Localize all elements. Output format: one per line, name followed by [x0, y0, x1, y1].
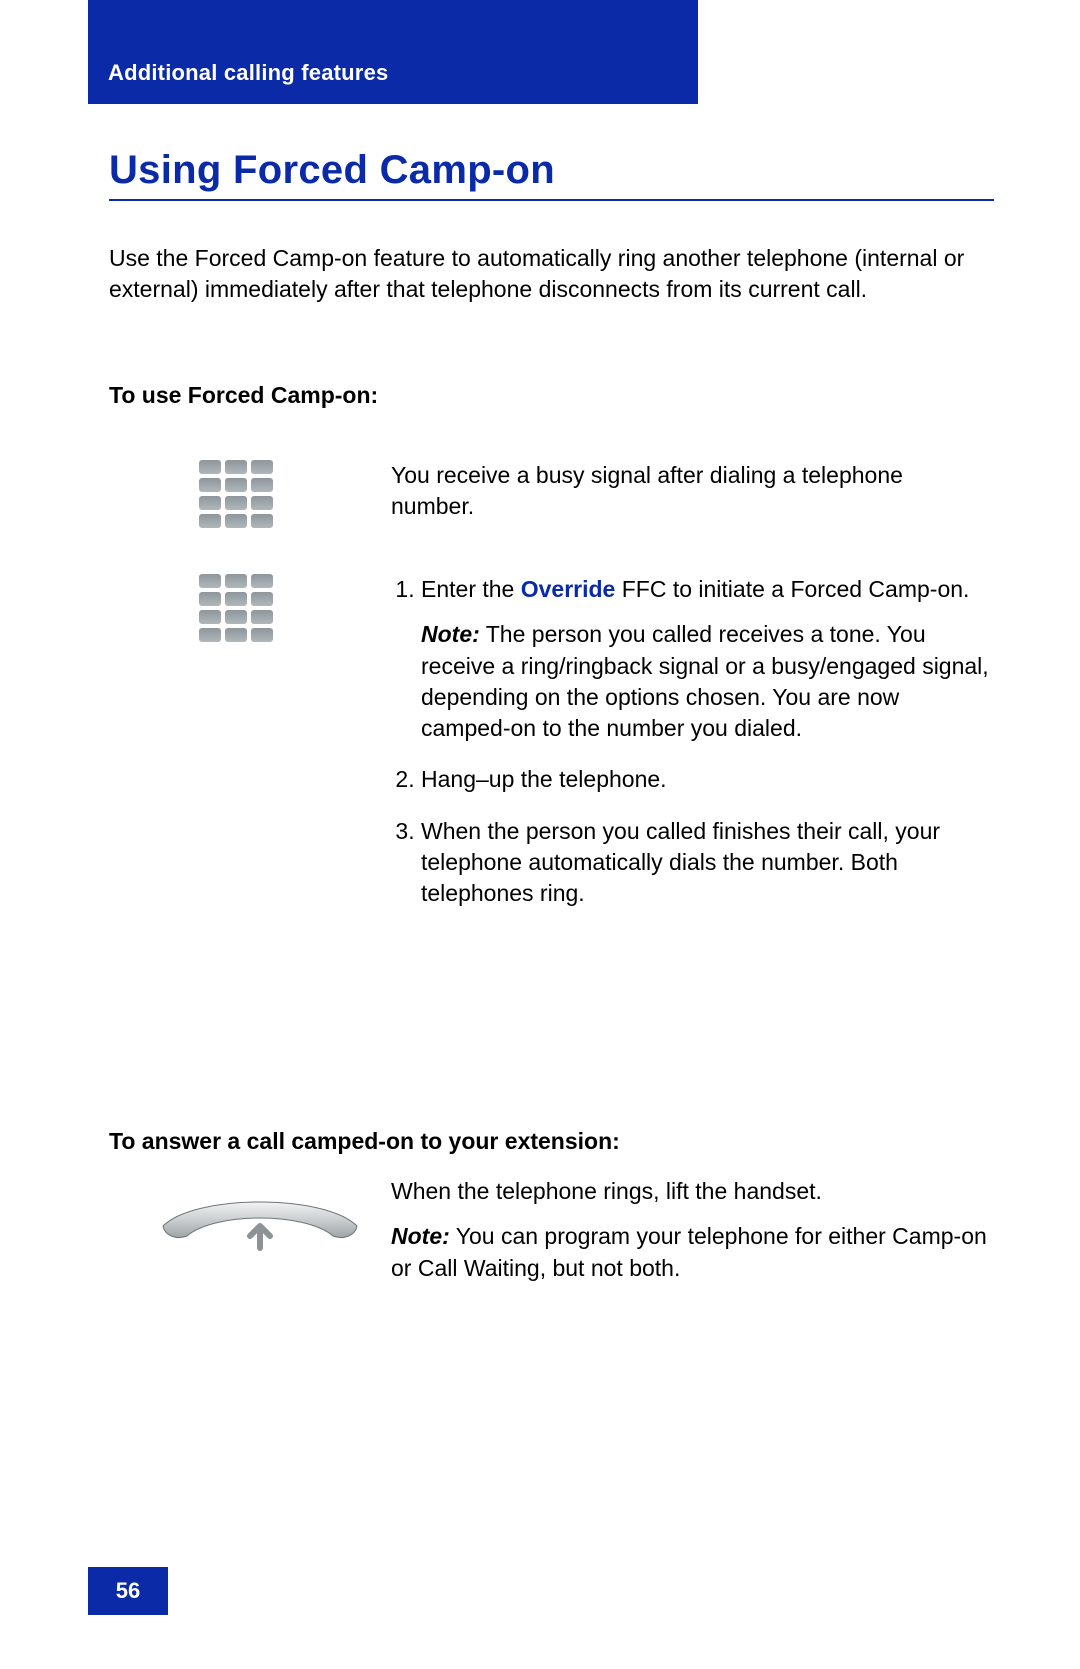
section-header: Additional calling features: [108, 60, 388, 86]
override-keyword: Override: [521, 576, 616, 602]
handset-lift-icon: [155, 1186, 365, 1256]
subheading-answer: To answer a call camped-on to your exten…: [109, 1126, 992, 1157]
step1-suffix: FFC to initiate a Forced Camp-on.: [615, 576, 969, 602]
subheading-use: To use Forced Camp-on:: [109, 380, 992, 411]
page-title: Using Forced Camp-on: [109, 148, 994, 201]
step-1: Enter the Override FFC to initiate a For…: [421, 574, 992, 744]
busy-signal-text: You receive a busy signal after dialing …: [391, 460, 992, 528]
steps-list: Enter the Override FFC to initiate a For…: [391, 574, 992, 909]
text-col: Enter the Override FFC to initiate a For…: [391, 574, 992, 929]
answer-text: When the telephone rings, lift the hands…: [391, 1176, 992, 1207]
icon-col: [109, 1176, 391, 1284]
step-2: Hang–up the telephone.: [421, 764, 992, 795]
keypad-icon: [199, 460, 273, 528]
step1-note-text: The person you called receives a tone. Y…: [421, 621, 989, 741]
step-row-busy: You receive a busy signal after dialing …: [109, 460, 992, 528]
header-bar: Additional calling features: [88, 0, 698, 104]
text-col: When the telephone rings, lift the hands…: [391, 1176, 992, 1284]
step1-prefix: Enter the: [421, 576, 521, 602]
step-row-list: Enter the Override FFC to initiate a For…: [109, 574, 992, 929]
section-answer: When the telephone rings, lift the hands…: [109, 1176, 992, 1284]
section-use: You receive a busy signal after dialing …: [109, 460, 992, 975]
answer-note: Note: You can program your telephone for…: [391, 1221, 992, 1284]
note-label: Note:: [391, 1223, 450, 1249]
answer-row: When the telephone rings, lift the hands…: [109, 1176, 992, 1284]
icon-col: [109, 574, 391, 929]
step-3: When the person you called finishes thei…: [421, 816, 992, 910]
answer-note-text: You can program your telephone for eithe…: [391, 1223, 987, 1280]
icon-col: [109, 460, 391, 528]
note-label: Note:: [421, 621, 480, 647]
step1-note: Note: The person you called receives a t…: [421, 619, 992, 744]
page-number: 56: [88, 1567, 168, 1615]
intro-paragraph: Use the Forced Camp-on feature to automa…: [109, 243, 992, 306]
keypad-icon: [199, 574, 273, 642]
